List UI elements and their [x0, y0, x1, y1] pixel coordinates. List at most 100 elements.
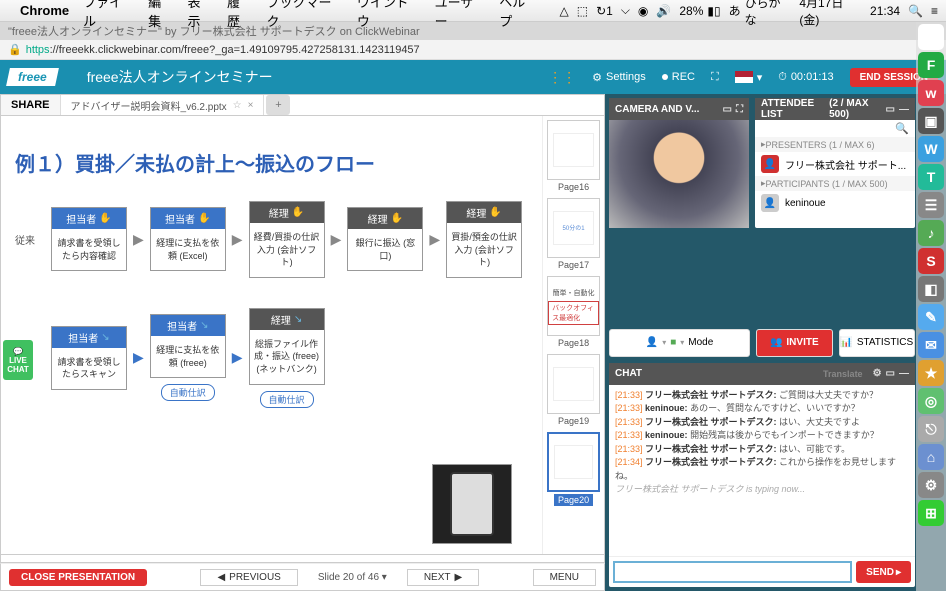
app-menu[interactable]: Chrome — [20, 3, 69, 18]
hand-icon — [489, 207, 501, 218]
stats-icon: 📊 — [840, 337, 852, 348]
slide-content: 例１）買掛／未払の計上〜振込のフロー 従来 担当者請求書を受領したら内容確認 ▶… — [1, 116, 542, 554]
close-icon[interactable]: — — [899, 368, 909, 379]
search-icon[interactable]: 🔍 — [895, 122, 909, 135]
tab-title[interactable]: "freee法人オンラインセミナー" by フリー株式会社 サポートデスク on… — [8, 23, 420, 39]
popout-icon[interactable]: ▭ — [886, 368, 895, 379]
thumb-page16[interactable] — [547, 120, 600, 180]
thumb-page17[interactable]: 50分の1 — [547, 198, 600, 258]
dock-app-4[interactable]: W — [918, 136, 944, 162]
dock-app-12[interactable]: ★ — [918, 360, 944, 386]
chat-messages[interactable]: [21:33] フリー株式会社 サポートデスク: ご質問は大丈夫ですか？ [21… — [609, 385, 915, 557]
invite-button[interactable]: 👥INVITE — [756, 329, 832, 357]
notifications-icon[interactable]: ≡ — [931, 4, 938, 18]
url-protocol: https — [26, 44, 50, 56]
cloud-icon[interactable]: △ — [560, 4, 569, 18]
thumb-page18[interactable]: 簡単・自動化バックオフィス最適化 — [547, 276, 600, 336]
popout-icon[interactable]: ▭ — [886, 104, 895, 115]
slide-footer: CLOSE PRESENTATION ◀ PREVIOUS Slide 20 o… — [0, 563, 605, 591]
fullscreen-button[interactable]: ⛶ — [711, 71, 719, 84]
star-icon[interactable] — [233, 100, 242, 111]
next-button[interactable]: NEXT ▶ — [407, 569, 479, 586]
mac-dock: ✿Fw▣WT☰♪S◧✎✉★◎⎋⌂⚙⊞ — [916, 22, 946, 591]
menu-user[interactable]: ユーザー — [435, 0, 486, 30]
freee-logo: freee — [6, 68, 59, 86]
send-button[interactable]: SEND ▸ — [856, 561, 911, 583]
slide-counter[interactable]: Slide 20 of 46 ▾ — [318, 572, 387, 583]
dock-app-9[interactable]: ◧ — [918, 276, 944, 302]
previous-button[interactable]: ◀ PREVIOUS — [200, 569, 297, 586]
phone-image — [432, 464, 512, 544]
av-mode-control[interactable]: 👤▾ ■▾ Mode — [609, 329, 750, 357]
live-chat-tab[interactable]: 💬 LIVE CHAT — [3, 340, 33, 380]
presenter-row[interactable]: 👤 フリー株式会社 サポート... — [755, 152, 915, 176]
dock-app-17[interactable]: ⊞ — [918, 500, 944, 526]
webinar-title: freee法人オンラインセミナー — [87, 67, 540, 87]
auto-tag: 自動仕訳 — [161, 384, 215, 401]
dock-app-1[interactable]: F — [918, 52, 944, 78]
browser-urlbar[interactable]: 🔒 https://freeekk.clickwebinar.com/freee… — [0, 40, 946, 60]
menu-help[interactable]: ヘルプ — [499, 0, 537, 30]
dock-app-2[interactable]: w — [918, 80, 944, 106]
invite-icon: 👥 — [770, 337, 782, 348]
menu-button[interactable]: MENU — [533, 569, 596, 586]
lock-icon: 🔒 — [8, 43, 22, 56]
mac-menubar: Chrome ファイル 編集 表示 履歴 ブックマーク ウインドウ ユーザー ヘ… — [0, 0, 946, 22]
close-tab-icon[interactable]: × — [248, 100, 254, 111]
dock-app-13[interactable]: ◎ — [918, 388, 944, 414]
chat-input[interactable] — [613, 561, 852, 583]
thumb-page19[interactable] — [547, 354, 600, 414]
dropbox-icon[interactable]: ⬚ — [577, 4, 588, 18]
camera-panel-header: CAMERA AND V... ▭ ⛶ — [609, 98, 749, 120]
translate-toggle[interactable]: Translate — [823, 369, 863, 379]
bluetooth-icon[interactable]: ⌵ — [621, 3, 630, 18]
dock-app-5[interactable]: T — [918, 164, 944, 190]
settings-icon[interactable]: ⚙ — [873, 368, 882, 379]
statistics-button[interactable]: 📊STATISTICS — [839, 329, 915, 357]
expand-icon[interactable]: ⛶ — [736, 104, 743, 115]
camera-feed — [609, 120, 749, 228]
share-label: SHARE — [1, 95, 61, 115]
dock-app-10[interactable]: ✎ — [918, 304, 944, 330]
participant-row[interactable]: 👤 keninoue — [755, 191, 915, 215]
close-icon[interactable]: — — [899, 104, 909, 115]
bird-icon: ↘ — [101, 332, 109, 343]
add-tab-button[interactable]: + — [266, 95, 290, 115]
file-name: アドバイザー説明会資料_v6.2.pptx — [71, 98, 227, 113]
close-presentation-button[interactable]: CLOSE PRESENTATION — [9, 569, 147, 586]
hand-icon — [99, 213, 111, 224]
hand-icon — [292, 207, 304, 218]
participants-section[interactable]: PARTICIPANTS (1 / MAX 500) — [755, 176, 915, 191]
slide-thumbnails[interactable]: Page16 50分の1 Page17 簡単・自動化バックオフィス最適化 Pag… — [542, 116, 604, 554]
dock-app-0[interactable]: ✿ — [918, 24, 944, 50]
battery-status[interactable]: 28% ▮▯ — [679, 4, 720, 18]
dock-app-6[interactable]: ☰ — [918, 192, 944, 218]
dock-app-3[interactable]: ▣ — [918, 108, 944, 134]
slide-title: 例１）買掛／未払の計上〜振込のフロー — [15, 148, 528, 177]
timer: ⏱ 00:01:13 — [778, 71, 833, 84]
volume-icon[interactable]: 🔊 — [656, 4, 671, 18]
dock-app-16[interactable]: ⚙ — [918, 472, 944, 498]
time-status[interactable]: 21:34 — [870, 4, 900, 18]
dock-app-11[interactable]: ✉ — [918, 332, 944, 358]
bird-icon: ↘ — [294, 314, 302, 325]
thumb-page20[interactable] — [547, 432, 600, 492]
file-tab[interactable]: アドバイザー説明会資料_v6.2.pptx × — [61, 95, 265, 115]
wifi-icon[interactable]: ◉ — [638, 4, 648, 18]
bird-icon: ↘ — [200, 320, 208, 331]
date-status[interactable]: 4月17日(金) — [799, 0, 862, 28]
updates-icon[interactable]: ↻1 — [596, 4, 613, 18]
dock-app-15[interactable]: ⌂ — [918, 444, 944, 470]
dock-app-8[interactable]: S — [918, 248, 944, 274]
popout-icon[interactable]: ▭ — [723, 104, 732, 115]
hand-icon — [391, 213, 403, 224]
presenters-section[interactable]: PRESENTERS (1 / MAX 6) — [755, 137, 915, 152]
spotlight-icon[interactable]: 🔍 — [908, 4, 923, 18]
language-flag[interactable]: ▾ — [735, 71, 763, 84]
attendee-panel-header: ATTENDEE LIST (2 / MAX 500) ▭ — — [755, 98, 915, 120]
dock-app-14[interactable]: ⎋ — [918, 416, 944, 442]
rec-button[interactable]: REC — [662, 71, 695, 83]
ime-status[interactable]: あ ひらがな — [729, 0, 792, 28]
dock-app-7[interactable]: ♪ — [918, 220, 944, 246]
settings-button[interactable]: Settings — [592, 71, 646, 84]
